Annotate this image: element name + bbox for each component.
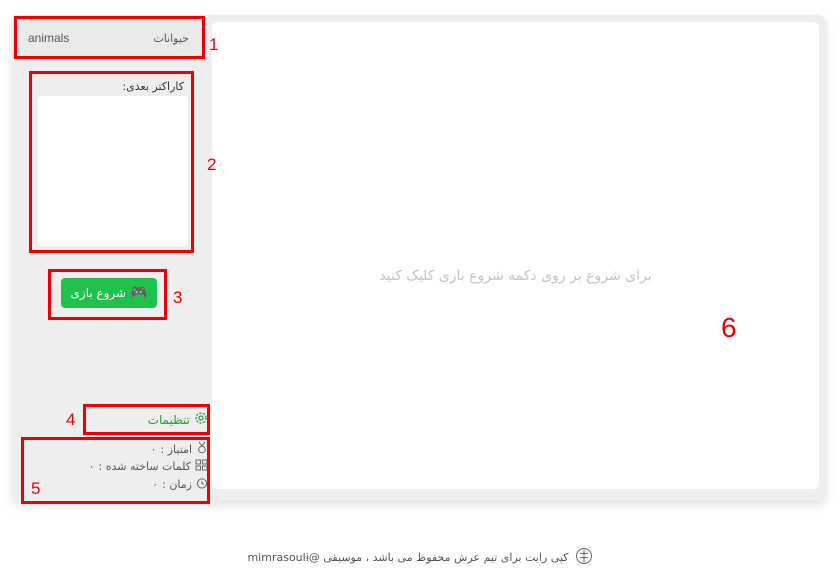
annotation-number-1: 1 [209, 35, 219, 54]
annotation-number-5: 5 [31, 479, 41, 498]
annotation-number-3: 3 [173, 288, 183, 307]
annotation-number-6: 6 [721, 312, 737, 343]
annotation-box-5 [21, 437, 210, 504]
start-hint: برای شروع بر روی دکمه شروع بازی کلیک کنی… [379, 268, 652, 284]
annotation-box-3 [48, 269, 167, 320]
footer: کپی رایت برای تیم عرش محفوظ می باشد ، مو… [0, 547, 840, 568]
annotation-box-1 [14, 16, 205, 59]
annotation-number-2: 2 [207, 155, 217, 174]
annotation-box-2 [29, 71, 194, 253]
annotation-number-4: 4 [66, 410, 76, 429]
annotation-box-4 [83, 404, 210, 435]
game-board[interactable]: برای شروع بر روی دکمه شروع بازی کلیک کنی… [212, 22, 819, 489]
brain-icon [575, 547, 593, 568]
footer-text: کپی رایت برای تیم عرش محفوظ می باشد ، مو… [247, 551, 569, 564]
